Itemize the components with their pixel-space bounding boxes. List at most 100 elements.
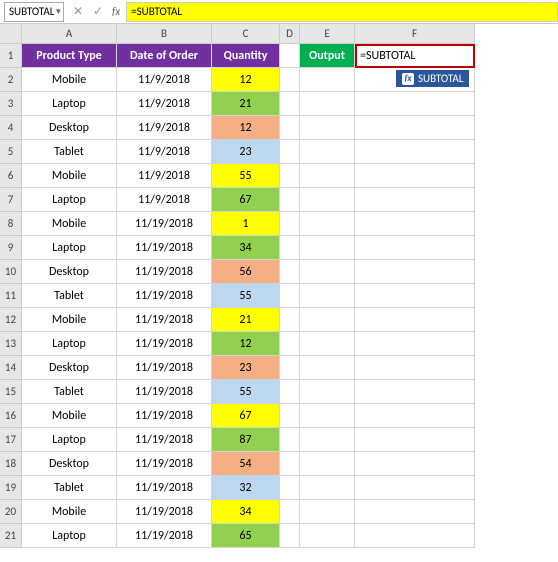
cell[interactable]	[300, 164, 355, 188]
cell[interactable]	[355, 500, 475, 524]
cell-quantity[interactable]: 23	[212, 140, 280, 164]
cell-product[interactable]: Desktop	[22, 116, 117, 140]
cell[interactable]	[355, 356, 475, 380]
cell[interactable]	[300, 500, 355, 524]
cell-date[interactable]: 11/19/2018	[117, 380, 212, 404]
cell[interactable]	[300, 452, 355, 476]
cell-product[interactable]: Mobile	[22, 164, 117, 188]
row-header[interactable]: 20	[0, 500, 22, 524]
cell[interactable]	[355, 332, 475, 356]
cell-quantity[interactable]: 1	[212, 212, 280, 236]
cell-product[interactable]: Laptop	[22, 236, 117, 260]
cell[interactable]	[280, 428, 300, 452]
col-header-a[interactable]: A	[22, 24, 117, 44]
row-header[interactable]: 9	[0, 236, 22, 260]
cell[interactable]	[280, 524, 300, 548]
cell[interactable]	[355, 260, 475, 284]
cell[interactable]	[280, 356, 300, 380]
cell-product[interactable]: Laptop	[22, 524, 117, 548]
cell[interactable]	[355, 476, 475, 500]
cell[interactable]	[280, 212, 300, 236]
col-header-b[interactable]: B	[117, 24, 212, 44]
cell-product[interactable]: Tablet	[22, 380, 117, 404]
cell-product[interactable]: Tablet	[22, 284, 117, 308]
cell[interactable]	[280, 332, 300, 356]
cell[interactable]	[355, 92, 475, 116]
row-header[interactable]: 6	[0, 164, 22, 188]
cell[interactable]	[355, 452, 475, 476]
row-header[interactable]: 12	[0, 308, 22, 332]
cell-product[interactable]: Mobile	[22, 308, 117, 332]
row-header[interactable]: 10	[0, 260, 22, 284]
formula-input[interactable]: =SUBTOTAL	[126, 2, 558, 22]
cell[interactable]	[280, 236, 300, 260]
cell[interactable]	[280, 500, 300, 524]
cell[interactable]	[355, 116, 475, 140]
cell[interactable]	[300, 188, 355, 212]
chevron-down-icon[interactable]: ▼	[54, 7, 62, 17]
cell-quantity[interactable]: 55	[212, 284, 280, 308]
cell-product[interactable]: Tablet	[22, 476, 117, 500]
confirm-button[interactable]: ✓	[88, 4, 108, 19]
row-header[interactable]: 13	[0, 332, 22, 356]
cell[interactable]	[280, 308, 300, 332]
cell-quantity[interactable]: 56	[212, 260, 280, 284]
cell[interactable]	[300, 356, 355, 380]
cell[interactable]	[280, 380, 300, 404]
row-header[interactable]: 4	[0, 116, 22, 140]
cell-quantity[interactable]: 67	[212, 404, 280, 428]
cell-product[interactable]: Mobile	[22, 404, 117, 428]
cell-product[interactable]: Desktop	[22, 356, 117, 380]
cell-date[interactable]: 11/19/2018	[117, 356, 212, 380]
cell[interactable]	[300, 284, 355, 308]
cell-date[interactable]: 11/19/2018	[117, 500, 212, 524]
cell-quantity[interactable]: 23	[212, 356, 280, 380]
cell-quantity[interactable]: 54	[212, 452, 280, 476]
header-date[interactable]: Date of Order	[117, 44, 212, 68]
cell-date[interactable]: 11/19/2018	[117, 212, 212, 236]
cell-date[interactable]: 11/19/2018	[117, 428, 212, 452]
row-header[interactable]: 14	[0, 356, 22, 380]
row-header[interactable]: 15	[0, 380, 22, 404]
cell-date[interactable]: 11/9/2018	[117, 188, 212, 212]
cell-quantity[interactable]: 21	[212, 308, 280, 332]
output-label[interactable]: Output	[300, 44, 355, 68]
cell[interactable]	[280, 188, 300, 212]
editing-cell[interactable]: =SUBTOTAL	[355, 44, 475, 68]
cell-quantity[interactable]: 32	[212, 476, 280, 500]
cell[interactable]	[280, 404, 300, 428]
cell[interactable]	[300, 524, 355, 548]
col-header-c[interactable]: C	[212, 24, 280, 44]
cell-quantity[interactable]: 34	[212, 500, 280, 524]
cell-date[interactable]: 11/19/2018	[117, 476, 212, 500]
row-header[interactable]: 11	[0, 284, 22, 308]
col-header-e[interactable]: E	[300, 24, 355, 44]
cell[interactable]	[280, 140, 300, 164]
cell[interactable]	[355, 404, 475, 428]
formula-tooltip[interactable]: fx SUBTOTAL	[396, 70, 469, 87]
cell[interactable]	[280, 164, 300, 188]
header-quantity[interactable]: Quantity	[212, 44, 280, 68]
cell-product[interactable]: Desktop	[22, 452, 117, 476]
cell-quantity[interactable]: 12	[212, 116, 280, 140]
row-header[interactable]: 19	[0, 476, 22, 500]
cell-product[interactable]: Mobile	[22, 212, 117, 236]
row-header[interactable]: 1	[0, 44, 22, 68]
cell-date[interactable]: 11/9/2018	[117, 140, 212, 164]
row-header[interactable]: 21	[0, 524, 22, 548]
cell[interactable]	[300, 332, 355, 356]
cell[interactable]	[300, 260, 355, 284]
header-product-type[interactable]: Product Type	[22, 44, 117, 68]
cell[interactable]	[280, 452, 300, 476]
cell[interactable]	[300, 236, 355, 260]
cell-quantity[interactable]: 55	[212, 164, 280, 188]
cell[interactable]	[300, 92, 355, 116]
row-header[interactable]: 8	[0, 212, 22, 236]
cell-date[interactable]: 11/9/2018	[117, 68, 212, 92]
row-header[interactable]: 17	[0, 428, 22, 452]
cell[interactable]	[300, 68, 355, 92]
cell[interactable]	[300, 476, 355, 500]
cell[interactable]	[355, 212, 475, 236]
cell-quantity[interactable]: 12	[212, 68, 280, 92]
cell-quantity[interactable]: 55	[212, 380, 280, 404]
